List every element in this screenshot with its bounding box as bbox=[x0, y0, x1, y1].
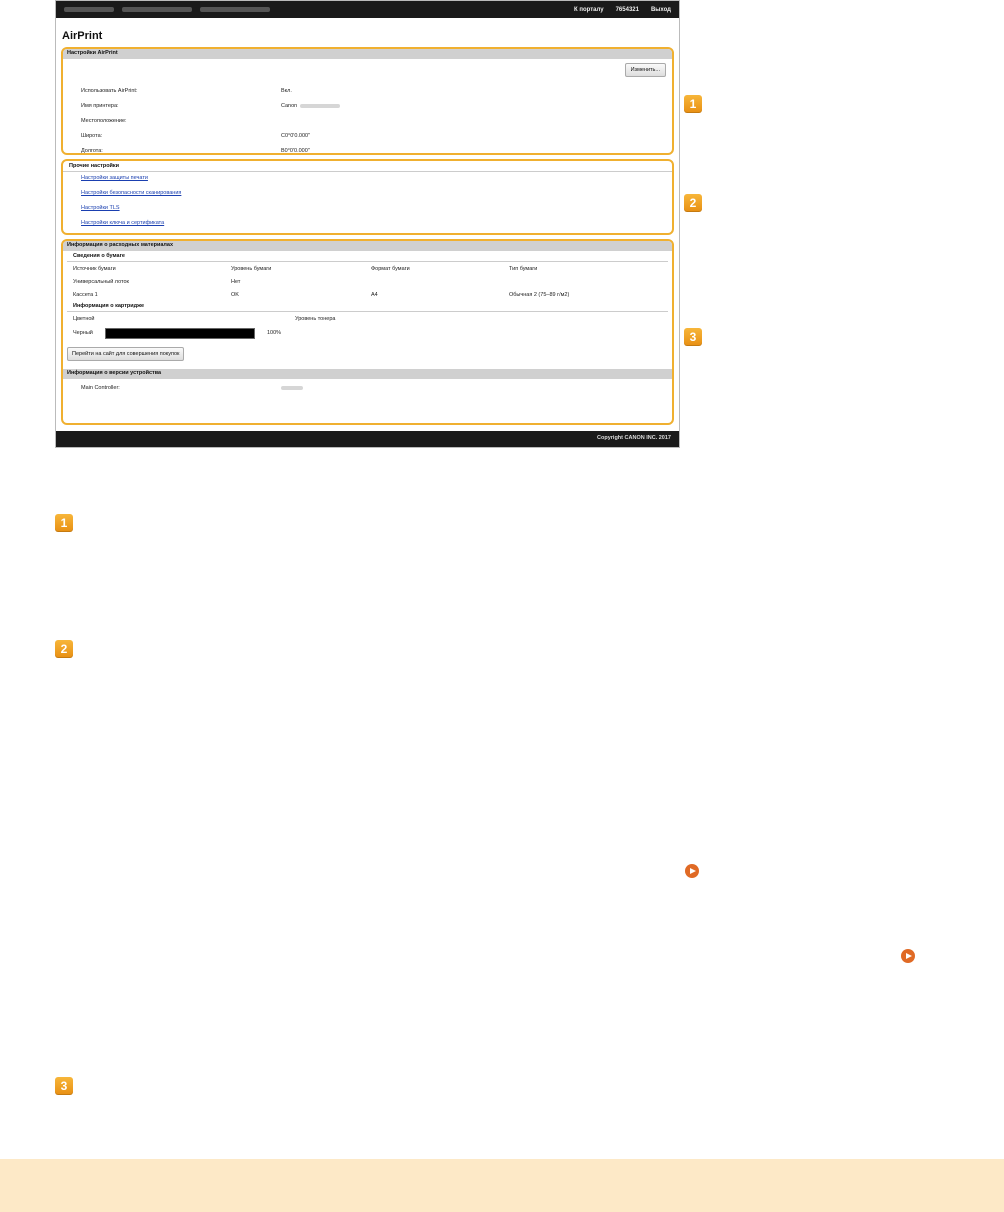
setting-label: Долгота: bbox=[81, 147, 103, 154]
table-row: Универсальный лоток Нет bbox=[73, 275, 662, 288]
remote-ui-screenshot: К порталу 7654321 Выход AirPrint Настрой… bbox=[55, 0, 680, 448]
link-print-protection[interactable]: Настройки защиты печати bbox=[63, 172, 672, 187]
table-cell: Обычная 2 (75–89 г/м2) bbox=[509, 291, 570, 298]
setting-label: Имя принтера: bbox=[81, 102, 119, 109]
cartridge-table: Цветной Уровень тонера bbox=[63, 312, 672, 325]
callout-marker-3: 3 bbox=[684, 328, 702, 346]
table-cell: Нет bbox=[231, 278, 241, 285]
version-heading: Информация о версии устройства bbox=[63, 369, 672, 379]
column-header: Уровень бумаги bbox=[231, 265, 272, 272]
column-header: Тип бумаги bbox=[509, 265, 538, 272]
copyright-footer: Copyright CANON INC. 2017 bbox=[56, 431, 679, 447]
toner-row: Черный 100% bbox=[63, 325, 672, 341]
link-key-certificate[interactable]: Настройки ключа и сертификата bbox=[63, 217, 672, 232]
setting-value: Вкл. bbox=[281, 87, 292, 94]
breadcrumb-item[interactable] bbox=[200, 7, 270, 12]
consumables-section: Информация о расходных материалах Сведен… bbox=[61, 239, 674, 425]
user-id: 7654321 bbox=[615, 6, 639, 13]
setting-row: Использовать AirPrint: Вкл. bbox=[63, 83, 672, 98]
column-header: Уровень тонера bbox=[295, 315, 336, 322]
section-heading: Информация о расходных материалах bbox=[63, 241, 672, 251]
breadcrumb bbox=[64, 7, 270, 12]
column-header: Цветной bbox=[73, 315, 95, 322]
portal-link[interactable]: К порталу bbox=[574, 7, 604, 13]
version-label: Main Controller: bbox=[81, 385, 120, 391]
other-settings-section: Прочие настройки Настройки защиты печати… bbox=[61, 159, 674, 235]
column-header: Формат бумаги bbox=[371, 265, 410, 272]
callout-marker-1: 1 bbox=[684, 95, 702, 113]
version-row: Main Controller: bbox=[63, 379, 672, 397]
buy-supplies-button[interactable]: Перейти на сайт для совершения покупок bbox=[67, 347, 185, 361]
callout-marker-2: 2 bbox=[55, 640, 73, 658]
link-tls-settings[interactable]: Настройки TLS bbox=[63, 202, 672, 217]
note-bar bbox=[0, 1159, 1004, 1212]
reference-arrow-icon[interactable] bbox=[901, 949, 915, 963]
toner-color: Черный bbox=[73, 330, 93, 336]
table-cell: OK bbox=[231, 291, 239, 298]
callout-marker-2: 2 bbox=[684, 194, 702, 212]
section-heading: Настройки AirPrint bbox=[63, 49, 672, 59]
setting-label: Использовать AirPrint: bbox=[81, 87, 138, 94]
callout-marker-1: 1 bbox=[55, 514, 73, 532]
table-row: Кассета 1 OK A4 Обычная 2 (75–89 г/м2) bbox=[73, 288, 662, 301]
paper-info-heading: Сведения о бумаге bbox=[67, 251, 668, 262]
setting-row: Долгота: В0°0'0.000" bbox=[63, 143, 672, 154]
paper-table: Источник бумаги Уровень бумаги Формат бу… bbox=[63, 262, 672, 301]
reference-arrow-icon[interactable] bbox=[685, 864, 699, 878]
redacted-value bbox=[300, 103, 341, 108]
redacted-version bbox=[281, 386, 303, 390]
setting-row: Местоположение: bbox=[63, 113, 672, 128]
logout-link[interactable]: Выход bbox=[651, 7, 671, 13]
table-cell: A4 bbox=[371, 291, 378, 298]
breadcrumb-item[interactable] bbox=[122, 7, 192, 12]
setting-value: С0°0'0.000" bbox=[281, 132, 311, 139]
link-scan-security[interactable]: Настройки безопасности сканирования bbox=[63, 187, 672, 202]
table-cell: Кассета 1 bbox=[73, 291, 98, 298]
setting-value: В0°0'0.000" bbox=[281, 147, 310, 154]
airprint-settings-section: Настройки AirPrint Изменить... Использов… bbox=[61, 47, 674, 155]
table-header-row: Источник бумаги Уровень бумаги Формат бу… bbox=[73, 262, 662, 275]
setting-row: Широта: С0°0'0.000" bbox=[63, 128, 672, 143]
toner-level-value: 100% bbox=[267, 330, 282, 336]
edit-button[interactable]: Изменить... bbox=[624, 63, 666, 77]
top-bar: К порталу 7654321 Выход bbox=[56, 1, 679, 18]
setting-label: Широта: bbox=[81, 132, 103, 139]
setting-row: Имя принтера: Canon bbox=[63, 98, 672, 113]
table-cell: Универсальный лоток bbox=[73, 278, 129, 285]
toner-level-bar bbox=[105, 327, 255, 339]
setting-label: Местоположение: bbox=[81, 117, 127, 124]
column-header: Источник бумаги bbox=[73, 265, 116, 272]
table-header-row: Цветной Уровень тонера bbox=[73, 312, 662, 325]
cartridge-info-heading: Информация о картридже bbox=[67, 301, 668, 312]
setting-value: Canon bbox=[281, 102, 298, 109]
breadcrumb-item[interactable] bbox=[64, 7, 114, 12]
section-heading: Прочие настройки bbox=[63, 161, 672, 172]
callout-marker-3: 3 bbox=[55, 1077, 73, 1095]
